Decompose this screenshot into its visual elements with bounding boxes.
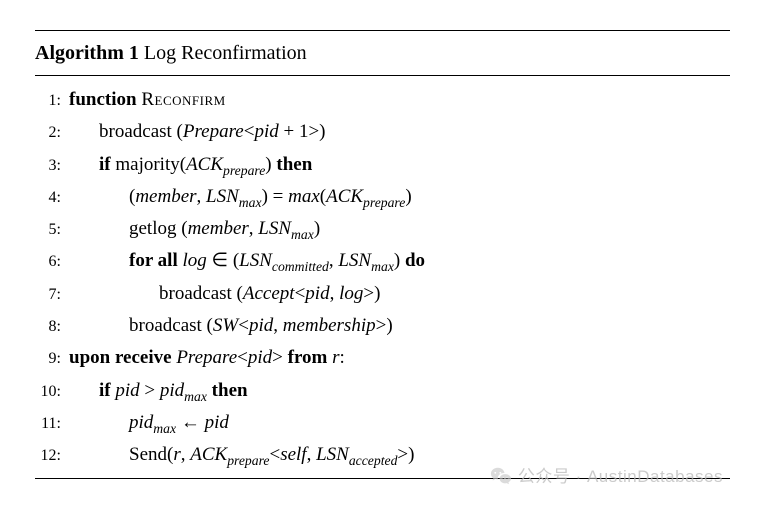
watermark-text: 公众号 · AustinDatabases <box>518 463 723 490</box>
line-number: 4: <box>35 184 69 211</box>
algorithm-line: 1:function Reconfirm <box>35 84 730 116</box>
algorithm-line: 2:broadcast (Prepare<pid + 1>) <box>35 116 730 148</box>
algorithm-line: 10:if pid > pidmax then <box>35 375 730 407</box>
algorithm-line: 7:broadcast (Accept<pid, log>) <box>35 278 730 310</box>
line-number: 3: <box>35 152 69 179</box>
line-content: upon receive Prepare<pid> from r: <box>69 342 730 374</box>
line-content: getlog (member, LSNmax) <box>69 213 730 245</box>
line-content: broadcast (Accept<pid, log>) <box>69 278 730 310</box>
algorithm-line: 6:for all log ∈ (LSNcommitted, LSNmax) d… <box>35 245 730 277</box>
line-content: (member, LSNmax) = max(ACKprepare) <box>69 181 730 213</box>
algorithm-name: Log Reconfirmation <box>144 42 307 64</box>
algorithm-label: Algorithm 1 <box>35 42 144 64</box>
line-number: 9: <box>35 345 69 372</box>
line-number: 7: <box>35 281 69 308</box>
line-number: 5: <box>35 216 69 243</box>
line-content: for all log ∈ (LSNcommitted, LSNmax) do <box>69 245 730 277</box>
line-content: if pid > pidmax then <box>69 375 730 407</box>
algorithm-line: 5:getlog (member, LSNmax) <box>35 213 730 245</box>
algorithm-line: 8:broadcast (SW<pid, membership>) <box>35 310 730 342</box>
line-number: 1: <box>35 87 69 114</box>
watermark: 公众号 · AustinDatabases <box>490 463 723 490</box>
line-number: 2: <box>35 119 69 146</box>
line-content: if majority(ACKprepare) then <box>69 149 730 181</box>
line-content: pidmax ← pid <box>69 407 730 439</box>
wechat-icon <box>490 465 512 487</box>
algorithm-title-row: Algorithm 1 Log Reconfirmation <box>35 31 730 76</box>
line-number: 11: <box>35 410 69 437</box>
line-number: 12: <box>35 442 69 469</box>
algorithm-body: 1:function Reconfirm2:broadcast (Prepare… <box>35 76 730 478</box>
algorithm-line: 11:pidmax ← pid <box>35 407 730 439</box>
line-content: broadcast (Prepare<pid + 1>) <box>69 116 730 148</box>
line-number: 8: <box>35 313 69 340</box>
algorithm-line: 3:if majority(ACKprepare) then <box>35 149 730 181</box>
line-content: broadcast (SW<pid, membership>) <box>69 310 730 342</box>
algorithm-line: 9:upon receive Prepare<pid> from r: <box>35 342 730 374</box>
algorithm-block: Algorithm 1 Log Reconfirmation 1:functio… <box>35 30 730 479</box>
line-content: function Reconfirm <box>69 84 730 116</box>
algorithm-line: 4:(member, LSNmax) = max(ACKprepare) <box>35 181 730 213</box>
line-number: 6: <box>35 248 69 275</box>
line-number: 10: <box>35 378 69 405</box>
